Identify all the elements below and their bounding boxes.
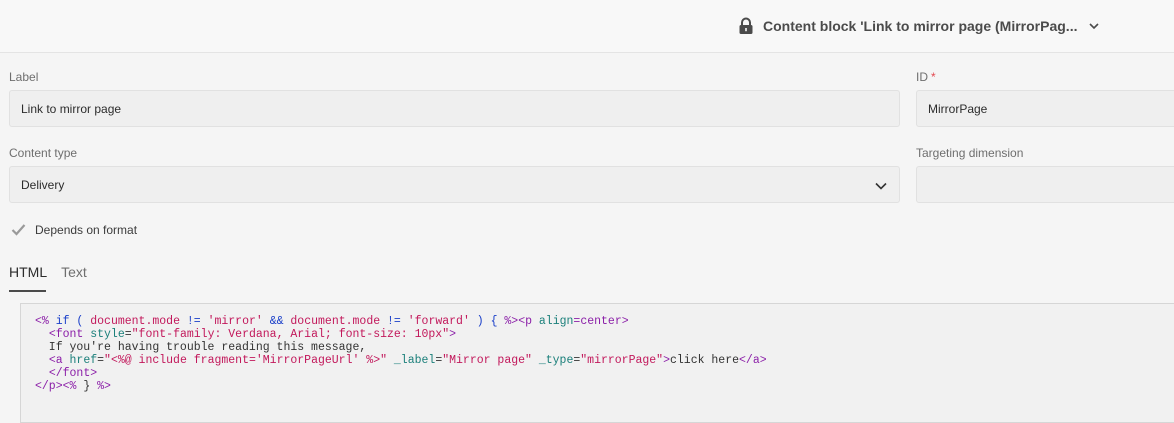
targeting-dimension-caption: Targeting dimension bbox=[916, 146, 1024, 160]
code-token: align bbox=[532, 315, 574, 328]
code-token: document.mode bbox=[290, 315, 381, 328]
code-token: > bbox=[449, 328, 457, 341]
code-token: <p bbox=[518, 315, 532, 328]
window-header: Content block 'Link to mirror page (Mirr… bbox=[0, 0, 1174, 53]
content-type-caption: Content type bbox=[9, 146, 78, 160]
required-marker: * bbox=[931, 70, 936, 84]
code-token: 'forward' bbox=[407, 315, 470, 328]
code-token: _label bbox=[387, 354, 436, 367]
code-token: If you're having trouble reading this me… bbox=[35, 341, 367, 354]
code-token: %> bbox=[97, 380, 111, 393]
code-token: ) { bbox=[469, 315, 505, 328]
code-token: = bbox=[97, 354, 105, 367]
code-token: =center bbox=[573, 315, 622, 328]
chevron-down-icon bbox=[875, 182, 887, 190]
code-line: </p><% } %> bbox=[35, 380, 1174, 393]
code-line: <font style="font-family: Verdana, Arial… bbox=[35, 328, 1174, 341]
code-token: 'mirror' bbox=[207, 315, 263, 328]
active-tab-indicator bbox=[9, 290, 46, 292]
chevron-down-icon[interactable] bbox=[1088, 20, 1100, 32]
code-token: <% bbox=[35, 315, 49, 328]
code-token: && bbox=[262, 315, 291, 328]
label-input-value: Link to mirror page bbox=[21, 101, 122, 116]
code-line: </font> bbox=[35, 367, 1174, 380]
code-token: if bbox=[55, 315, 70, 328]
code-token: != bbox=[179, 315, 208, 328]
tab-text[interactable]: Text bbox=[61, 262, 87, 292]
code-token: ( bbox=[69, 315, 91, 328]
id-input[interactable]: MirrorPage bbox=[916, 90, 1174, 127]
label-caption: Label bbox=[9, 70, 39, 84]
code-token: href bbox=[62, 354, 98, 367]
code-token: </font> bbox=[48, 367, 98, 380]
lock-icon bbox=[739, 17, 753, 34]
label-input[interactable]: Link to mirror page bbox=[9, 90, 900, 127]
depends-on-format-label: Depends on format bbox=[35, 222, 138, 237]
code-line: <% if ( document.mode != 'mirror' && doc… bbox=[35, 315, 1174, 328]
code-line: <a href="<%@ include fragment='MirrorPag… bbox=[35, 354, 1174, 367]
id-caption: ID * bbox=[916, 70, 936, 84]
code-token: click here bbox=[670, 354, 740, 367]
header-title-text: Content block 'Link to mirror page (Mirr… bbox=[763, 18, 1078, 34]
code-token: </p> bbox=[35, 380, 63, 393]
code-token: %> bbox=[504, 315, 519, 328]
content-type-select[interactable]: Delivery bbox=[9, 166, 900, 203]
code-token: "font-family: Verdana, Arial; font-size:… bbox=[131, 328, 450, 341]
tab-html[interactable]: HTML bbox=[9, 262, 47, 292]
code-token: = bbox=[124, 328, 132, 341]
id-input-value: MirrorPage bbox=[928, 101, 988, 116]
code-token: style bbox=[83, 328, 125, 341]
code-line: If you're having trouble reading this me… bbox=[35, 341, 1174, 354]
code-token: <a bbox=[48, 354, 63, 367]
code-token: > bbox=[621, 315, 629, 328]
targeting-dimension-select[interactable] bbox=[916, 166, 1174, 203]
content-type-value: Delivery bbox=[21, 177, 65, 192]
code-token: != bbox=[380, 315, 408, 328]
code-token: <% bbox=[62, 380, 77, 393]
code-token: "mirrorPage" bbox=[580, 354, 664, 367]
code-token: <font bbox=[48, 328, 84, 341]
code-token: _type bbox=[531, 354, 574, 367]
code-token: } bbox=[76, 380, 98, 393]
editor-tabs: HTML Text bbox=[9, 262, 87, 292]
code-token: "<%@ include fragment='MirrorPageUrl' %>… bbox=[104, 354, 387, 367]
depends-on-format-checkbox[interactable]: Depends on format bbox=[10, 221, 137, 238]
checkmark-icon bbox=[11, 224, 26, 236]
code-token: > bbox=[663, 354, 670, 367]
html-code-editor[interactable]: <% if ( document.mode != 'mirror' && doc… bbox=[20, 303, 1174, 423]
code-token: document.mode bbox=[90, 315, 180, 328]
code-token: "Mirror page" bbox=[442, 354, 532, 367]
code-token: </a> bbox=[739, 354, 767, 367]
content-block-title-dropdown[interactable]: Content block 'Link to mirror page (Mirr… bbox=[738, 16, 1100, 36]
